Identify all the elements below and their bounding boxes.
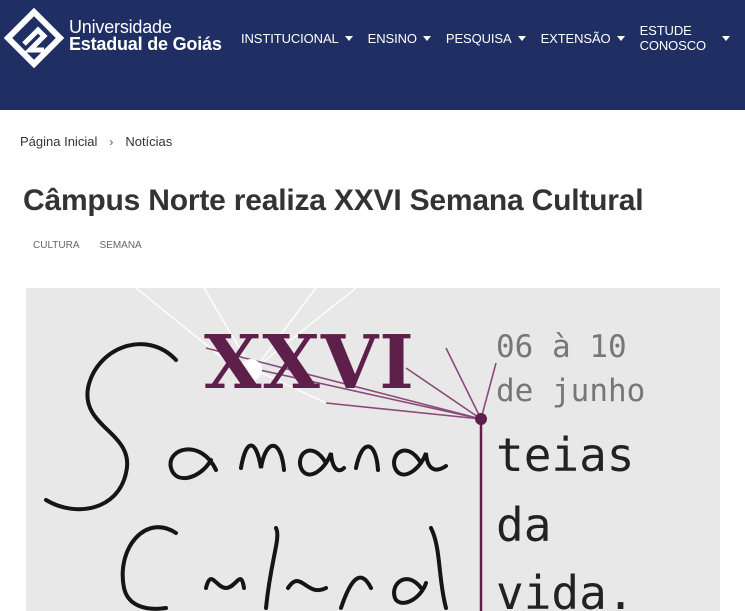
- nav-institucional[interactable]: INSTITUCIONAL: [241, 28, 353, 48]
- nav-label: ENSINO: [367, 30, 417, 46]
- breadcrumb: Página Inicial › Notícias: [20, 134, 172, 149]
- poster-dates-line-2: de junho: [496, 373, 646, 409]
- poster-theme-word: vida.: [496, 566, 635, 611]
- caret-down-icon: [422, 35, 431, 41]
- breadcrumb-separator: ›: [109, 134, 114, 149]
- site-header: Universidade Estadual de Goiás INSTITUCI…: [0, 0, 745, 110]
- caret-down-icon: [517, 35, 526, 41]
- node-dot: [475, 413, 487, 425]
- nav-pesquisa[interactable]: PESQUISA: [446, 28, 526, 48]
- ueg-logo-icon[interactable]: [4, 8, 64, 70]
- tag-cultura[interactable]: CULTURA: [33, 240, 79, 251]
- nav-label: EXTENSÃO: [540, 30, 611, 46]
- breadcrumb-home-link[interactable]: Página Inicial: [20, 134, 97, 149]
- breadcrumb-current-link[interactable]: Notícias: [125, 134, 172, 149]
- brand-line-2: Estadual de Goiás: [69, 34, 222, 54]
- caret-down-icon: [616, 35, 625, 41]
- article-featured-image: XXVI 06 à 10 de junho teias da vida.: [26, 288, 720, 611]
- page-title: Câmpus Norte realiza XXVI Semana Cultura…: [23, 184, 644, 217]
- nav-extensao[interactable]: EXTENSÃO: [541, 28, 625, 48]
- nav-label: ESTUDE CONOSCO: [639, 23, 707, 53]
- nav-label: PESQUISA: [445, 30, 512, 46]
- article-tags: CULTURA SEMANA: [33, 240, 162, 251]
- nav-ensino[interactable]: ENSINO: [368, 28, 431, 48]
- brand-name[interactable]: Universidade Estadual de Goiás: [69, 18, 222, 54]
- poster-edition: XXVI: [204, 320, 415, 406]
- nav-estude-conosco[interactable]: ESTUDE CONOSCO: [640, 23, 730, 53]
- tag-semana[interactable]: SEMANA: [99, 240, 141, 251]
- nav-label: INSTITUCIONAL: [241, 30, 339, 46]
- caret-down-icon: [344, 35, 353, 41]
- poster-theme-word: da: [496, 498, 552, 552]
- main-nav: INSTITUCIONAL ENSINO PESQUISA EXTENSÃO E…: [241, 23, 745, 53]
- poster-theme-word: teias: [496, 428, 635, 482]
- poster-dates-line-1: 06 à 10: [496, 329, 627, 365]
- caret-down-icon: [722, 35, 730, 41]
